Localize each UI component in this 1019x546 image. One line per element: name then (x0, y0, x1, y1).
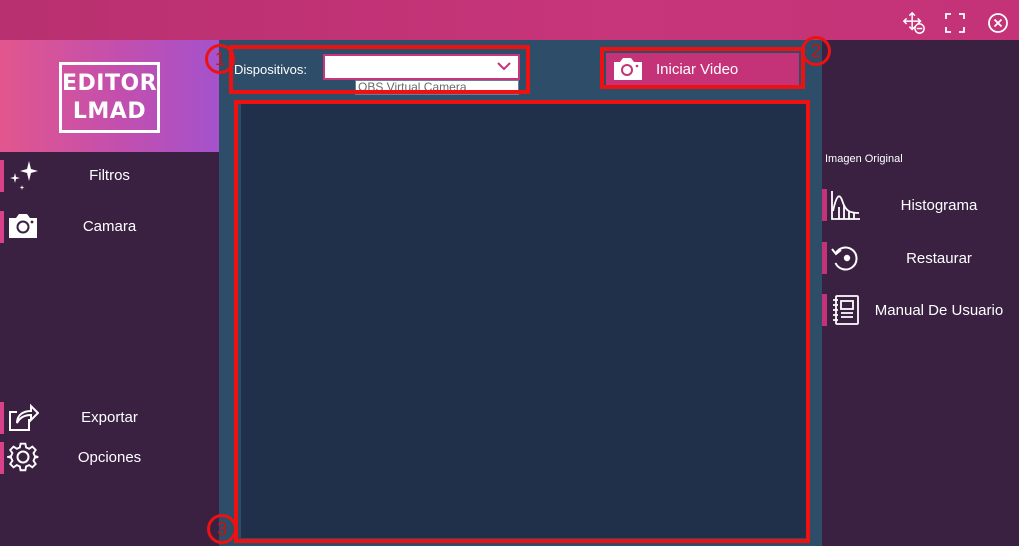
rp-item-label: Histograma (900, 197, 978, 214)
notebook-icon (830, 294, 862, 326)
left-sidebar: EDITOR LMAD Filtros Camara Exportar Opci… (0, 40, 219, 546)
sidebar-item-camara[interactable]: Camara (0, 210, 219, 244)
close-circle-icon[interactable] (986, 11, 1010, 35)
sidebar-item-filtros[interactable]: Filtros (0, 159, 219, 193)
annotation-box-1 (229, 45, 530, 94)
maximize-icon[interactable] (943, 11, 967, 35)
logo-area: EDITOR LMAD (0, 40, 219, 152)
sidebar-item-label: Exportar (81, 409, 138, 426)
rp-item-label: Manual De Usuario (874, 302, 1004, 319)
annotation-number-2: 2 (801, 36, 831, 66)
sidebar-item-exportar[interactable]: Exportar (0, 401, 219, 435)
logo-line-2: LMAD (72, 99, 147, 124)
sidebar-item-label: Opciones (77, 449, 142, 466)
annotation-box-3 (234, 100, 810, 543)
logo-line-1: EDITOR (62, 71, 158, 96)
title-bar[interactable] (0, 0, 1019, 40)
move-arrows-icon[interactable] (902, 11, 926, 35)
image-original-title: Imagen Original (825, 153, 903, 165)
app-logo: EDITOR LMAD (59, 62, 160, 133)
histogram-button[interactable]: Histograma (822, 189, 1019, 221)
histogram-icon (830, 189, 862, 221)
right-panel: Imagen Original Histograma Restaurar Man… (822, 40, 1019, 546)
sidebar-item-opciones[interactable]: Opciones (0, 441, 219, 475)
rp-item-accent (822, 242, 827, 274)
rp-item-accent (822, 189, 827, 221)
rp-item-accent (822, 294, 827, 326)
sidebar-item-label: Filtros (89, 167, 130, 184)
annotation-number-3: 3 (207, 514, 237, 544)
restore-icon (830, 242, 862, 274)
rp-item-label: Restaurar (906, 250, 972, 267)
app-window: EDITOR LMAD Filtros Camara Exportar Opci… (0, 0, 1019, 546)
annotation-box-2 (600, 47, 805, 89)
annotation-number-1: 1 (205, 44, 235, 74)
user-manual-button[interactable]: Manual De Usuario (822, 294, 1019, 326)
restore-button[interactable]: Restaurar (822, 242, 1019, 274)
sidebar-item-label: Camara (82, 218, 137, 235)
